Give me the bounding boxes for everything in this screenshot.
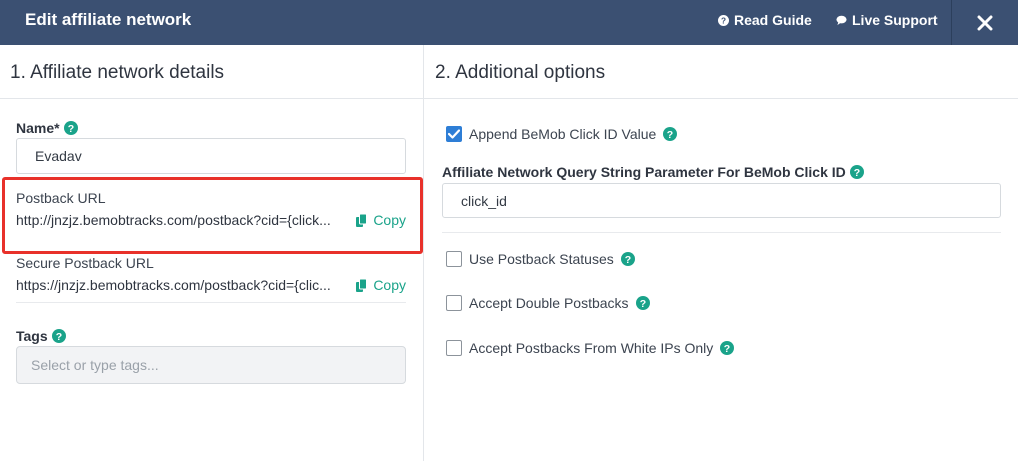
tags-label: Tags ? [16,328,66,344]
section-title-details: 1. Affiliate network details [10,62,225,83]
chat-bubble-icon [836,15,847,25]
white-ips-only-checkbox[interactable] [446,340,462,356]
copy-label: Copy [373,277,406,293]
column-divider [423,45,424,461]
accept-double-postbacks-checkbox[interactable] [446,295,462,311]
read-guide-label: Read Guide [734,12,812,28]
secure-postback-url-value: https://jnzjz.bemobtracks.com/postback?c… [16,277,331,293]
question-circle-icon: ? [718,14,729,26]
close-icon [977,15,993,30]
tags-placeholder: Select or type tags... [31,357,159,373]
secure-postback-url-label-text: Secure Postback URL [16,255,154,271]
section-title-options: 2. Additional options [435,62,606,83]
read-guide-link[interactable]: ? Read Guide [718,12,812,28]
svg-text:?: ? [67,123,73,135]
section-divider-left [0,98,423,99]
tags-input[interactable]: Select or type tags... [16,346,406,384]
svg-text:?: ? [639,298,645,310]
query-param-label: Affiliate Network Query String Parameter… [442,164,864,180]
svg-text:?: ? [854,167,860,179]
query-param-label-text: Affiliate Network Query String Parameter… [442,164,846,180]
svg-text:?: ? [721,16,726,25]
live-support-link[interactable]: Live Support [836,12,938,28]
live-support-label: Live Support [852,12,938,28]
modal-header: Edit affiliate network ? Read Guide Live… [0,0,1018,45]
checkmark-icon [448,129,460,139]
options-divider [442,232,1001,233]
copy-label: Copy [373,212,406,228]
append-click-id-checkbox[interactable] [446,126,462,142]
help-icon[interactable]: ? [663,127,678,141]
postback-url-label: Postback URL [16,190,105,206]
section-divider-right [424,98,1018,99]
copy-secure-postback-button[interactable]: Copy [356,277,406,293]
use-postback-statuses-option[interactable]: Use Postback Statuses ? [446,251,635,267]
close-button[interactable] [951,0,1018,45]
svg-text:?: ? [724,343,730,355]
use-postback-statuses-label: Use Postback Statuses [469,251,614,267]
help-icon[interactable]: ? [63,121,78,135]
copy-icon [356,213,368,227]
copy-postback-button[interactable]: Copy [356,212,406,228]
name-label-text: Name* [16,120,60,136]
append-click-id-label: Append BeMob Click ID Value [469,126,657,142]
white-ips-only-label: Accept Postbacks From White IPs Only [469,340,714,356]
svg-text:?: ? [625,254,631,266]
name-label: Name* ? [16,120,78,136]
copy-icon [356,278,368,292]
secure-postback-url-label: Secure Postback URL [16,255,154,271]
white-ips-only-option[interactable]: Accept Postbacks From White IPs Only ? [446,340,735,356]
help-icon[interactable]: ? [51,329,66,343]
postback-url-label-text: Postback URL [16,190,106,206]
svg-text:?: ? [55,331,61,343]
query-param-input[interactable] [442,183,1001,218]
svg-text:?: ? [667,129,673,141]
postback-url-value: http://jnzjz.bemobtracks.com/postback?ci… [16,212,331,228]
tags-label-text: Tags [16,328,48,344]
name-input[interactable] [16,138,406,174]
postback-url-row: http://jnzjz.bemobtracks.com/postback?ci… [16,212,406,228]
accept-double-postbacks-option[interactable]: Accept Double Postbacks ? [446,295,650,311]
help-icon[interactable]: ? [720,341,735,355]
use-postback-statuses-checkbox[interactable] [446,251,462,267]
accept-double-postbacks-label: Accept Double Postbacks [469,295,629,311]
help-icon[interactable]: ? [635,296,650,310]
secure-postback-url-row: https://jnzjz.bemobtracks.com/postback?c… [16,277,406,293]
help-icon[interactable]: ? [620,252,635,266]
secure-url-divider [16,302,406,303]
help-icon[interactable]: ? [849,165,864,179]
modal-title: Edit affiliate network [25,10,192,29]
append-click-id-option[interactable]: Append BeMob Click ID Value ? [446,126,678,142]
